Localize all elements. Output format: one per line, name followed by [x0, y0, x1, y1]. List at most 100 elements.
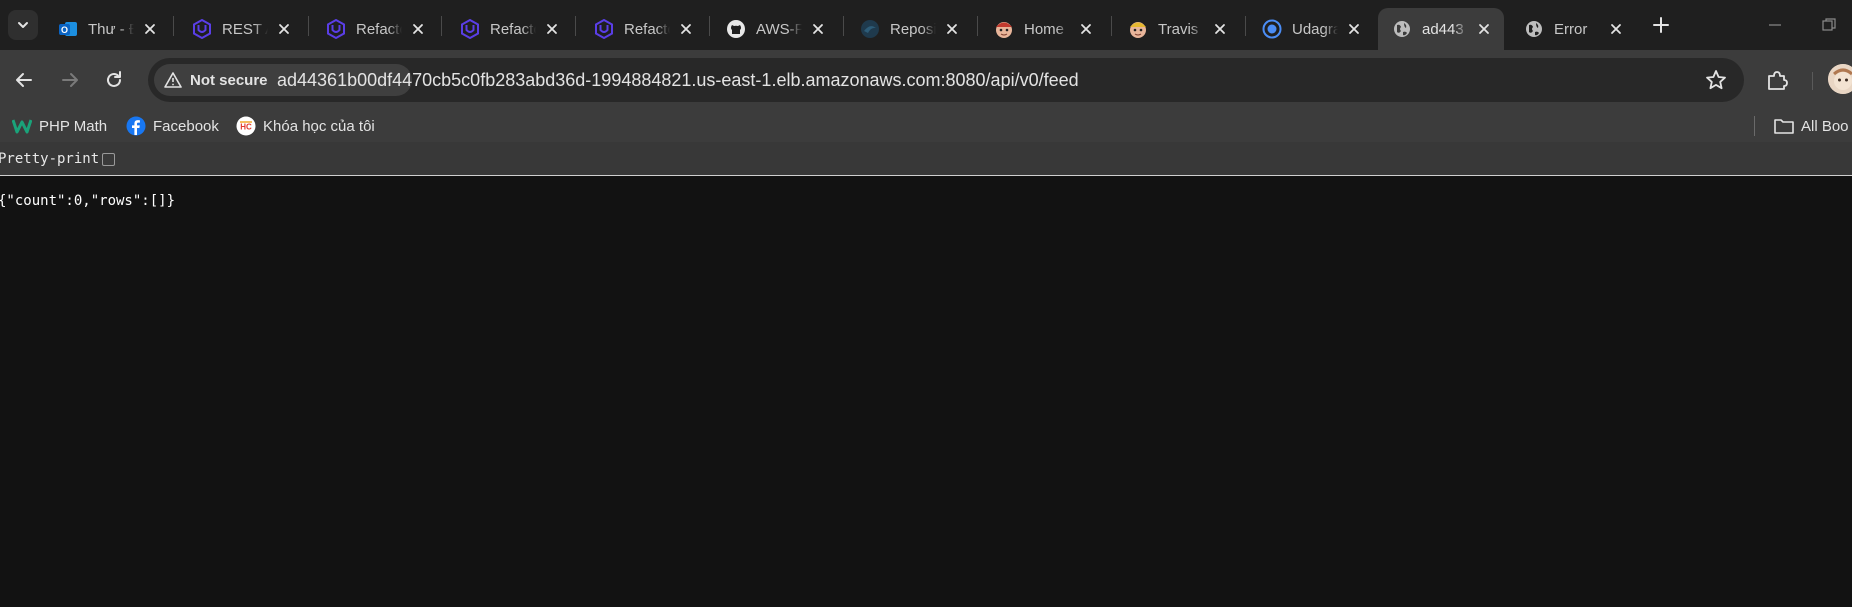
tab-udagram[interactable]: Udagra: [1248, 8, 1374, 50]
folder-icon: [1774, 116, 1794, 136]
tab-divider: [308, 16, 309, 36]
svg-text:O: O: [61, 25, 68, 35]
tab-refactor-2[interactable]: Refacto: [446, 8, 572, 50]
omnibox[interactable]: Not secure ad44361b00df4470cb5c0fb283abd…: [148, 58, 1744, 102]
udagram-icon: [1262, 19, 1282, 39]
close-icon[interactable]: [1344, 19, 1364, 39]
bookmark-facebook[interactable]: Facebook: [126, 114, 219, 138]
tab-rest-api[interactable]: REST A: [178, 8, 304, 50]
php-math-icon: [12, 116, 32, 136]
restore-icon: [1822, 18, 1836, 31]
extensions-button[interactable]: [1763, 66, 1791, 94]
facebook-icon: [126, 116, 146, 136]
tab-home[interactable]: Home: [980, 8, 1106, 50]
plus-icon: [1653, 17, 1669, 33]
tab-divider: [1111, 16, 1112, 36]
close-icon[interactable]: [1210, 19, 1230, 39]
tab-title: Home: [1024, 20, 1065, 38]
tab-divider: [441, 16, 442, 36]
puzzle-icon: [1768, 71, 1788, 90]
back-button[interactable]: [10, 66, 38, 94]
tab-refactor-1[interactable]: Refacto: [312, 8, 438, 50]
tab-active-feed[interactable]: ad443: [1378, 8, 1504, 50]
pretty-print-toggle[interactable]: Pretty-print: [0, 151, 116, 167]
tab-divider: [173, 16, 174, 36]
tab-divider: [575, 16, 576, 36]
udacity-icon: [326, 19, 346, 39]
close-icon[interactable]: [1606, 19, 1626, 39]
close-icon[interactable]: [1076, 19, 1096, 39]
udacity-icon: [594, 19, 614, 39]
close-icon[interactable]: [676, 19, 696, 39]
bookmark-label: Khóa học của tôi: [263, 117, 375, 135]
tab-search-button[interactable]: [8, 10, 38, 40]
minimize-button[interactable]: [1760, 12, 1790, 38]
tab-travis[interactable]: Travis: [1114, 8, 1240, 50]
bookmark-label: PHP Math: [39, 117, 108, 135]
json-response-body: {"count":0,"rows":[]}: [0, 193, 176, 209]
outlook-icon: O: [58, 19, 78, 39]
tab-title: REST A: [222, 20, 268, 38]
close-icon[interactable]: [1474, 19, 1494, 39]
tab-title: Thư - Đ: [88, 20, 134, 38]
restore-button[interactable]: [1814, 12, 1844, 38]
minimize-icon: [1769, 24, 1781, 26]
bookmark-label: All Boo: [1801, 117, 1849, 135]
forward-button[interactable]: [56, 66, 84, 94]
new-tab-button[interactable]: [1648, 12, 1674, 38]
tab-error[interactable]: Error: [1510, 8, 1636, 50]
tab-title: ad443: [1422, 20, 1464, 38]
tab-title: AWS-F: [756, 20, 802, 38]
bookmark-khoa-hoc[interactable]: HC Khóa học của tôi: [236, 114, 375, 138]
course-icon: HC: [236, 116, 256, 136]
star-icon: [1706, 70, 1726, 90]
tab-title: Refacto: [624, 20, 670, 38]
address-url[interactable]: ad44361b00df4470cb5c0fb283abd36d-1994884…: [277, 58, 1079, 102]
toolbar: Not secure ad44361b00df4470cb5c0fb283abd…: [0, 50, 1852, 110]
tab-divider: [709, 16, 710, 36]
bookmark-star-button[interactable]: [1704, 68, 1728, 92]
toolbar-divider: [1812, 72, 1813, 90]
chevron-down-icon: [18, 22, 28, 28]
svg-text:HC: HC: [240, 123, 252, 132]
bookmarks-divider: [1754, 116, 1755, 136]
arrow-left-icon: [16, 73, 32, 87]
tab-divider: [843, 16, 844, 36]
close-icon[interactable]: [942, 19, 962, 39]
globe-icon: [1392, 19, 1412, 39]
warning-triangle-icon: [164, 72, 182, 88]
all-bookmarks-folder[interactable]: All Boo: [1774, 114, 1849, 138]
tab-title: Travis: [1158, 20, 1199, 38]
close-icon[interactable]: [140, 19, 160, 39]
profile-avatar[interactable]: [1828, 64, 1852, 94]
tab-refactor-3[interactable]: Refacto: [580, 8, 706, 50]
tab-title: Refacto: [490, 20, 536, 38]
close-icon[interactable]: [408, 19, 428, 39]
reload-icon: [107, 71, 121, 87]
reload-button[interactable]: [100, 66, 128, 94]
pretty-print-checkbox[interactable]: [102, 152, 116, 166]
globe-icon: [1524, 19, 1544, 39]
tab-strip: O Thư - Đ REST A Refacto Refacto Re: [0, 0, 1852, 50]
tab-github[interactable]: AWS-F: [712, 8, 838, 50]
tab-title: Error: [1554, 20, 1588, 38]
avatar-icon: [1828, 64, 1852, 94]
close-icon[interactable]: [274, 19, 294, 39]
repository-icon: [860, 19, 880, 39]
pretty-print-label: Pretty-print: [0, 151, 100, 167]
bookmark-php-math[interactable]: PHP Math: [12, 114, 107, 138]
tab-title: Refacto: [356, 20, 402, 38]
tab-title: Udagra: [1292, 20, 1338, 38]
tab-outlook[interactable]: O Thư - Đ: [44, 8, 170, 50]
tab-repository[interactable]: Reposi: [846, 8, 972, 50]
tab-title: Reposi: [890, 20, 936, 38]
udacity-icon: [192, 19, 212, 39]
close-icon[interactable]: [808, 19, 828, 39]
github-icon: [726, 19, 746, 39]
close-icon[interactable]: [542, 19, 562, 39]
page-content: Pretty-print {"count":0,"rows":[]}: [0, 142, 1852, 607]
arrow-right-icon: [62, 73, 78, 87]
tab-divider: [977, 16, 978, 36]
tab-divider: [1245, 16, 1246, 36]
pretty-print-bar: Pretty-print: [0, 142, 1852, 176]
